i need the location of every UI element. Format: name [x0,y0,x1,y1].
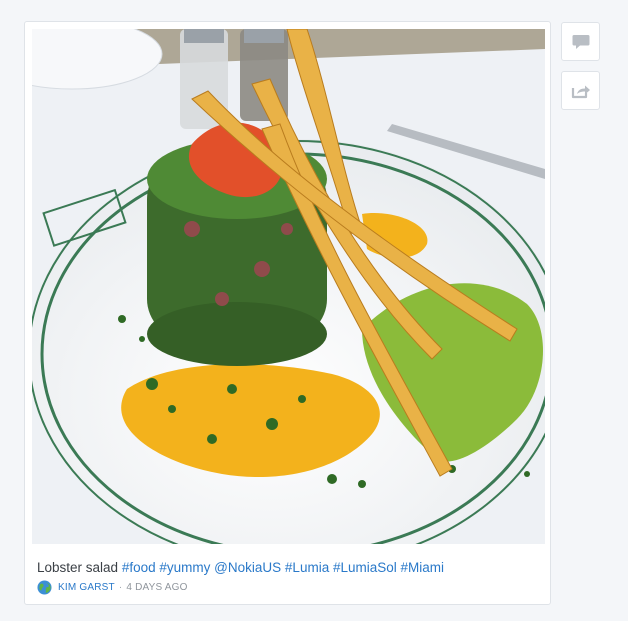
share-icon [571,85,590,98]
post-meta: KIM GARST · 4 DAYS AGO [37,579,188,595]
hashtag-food[interactable]: #food [122,560,156,575]
post-card: Lobster salad #food #yummy @NokiaUS #Lum… [24,21,551,605]
mention-nokiaus[interactable]: @NokiaUS [214,560,281,575]
post-timestamp: 4 DAYS AGO [126,581,188,593]
post-caption: Lobster salad #food #yummy @NokiaUS #Lum… [37,560,444,575]
food-photo-illustration [32,29,545,544]
hashtag-lumiasol[interactable]: #LumiaSol [333,560,397,575]
hashtag-miami[interactable]: #Miami [401,560,445,575]
share-button[interactable] [561,71,600,110]
author-name[interactable]: KIM GARST [58,582,115,593]
comment-button[interactable] [561,22,600,61]
meta-separator: · [118,581,123,593]
comment-icon [572,34,589,49]
hashtag-yummy[interactable]: #yummy [159,560,210,575]
hashtag-lumia[interactable]: #Lumia [285,560,329,575]
caption-text: Lobster salad [37,560,119,575]
globe-icon [37,579,52,595]
post-photo[interactable] [32,29,545,544]
